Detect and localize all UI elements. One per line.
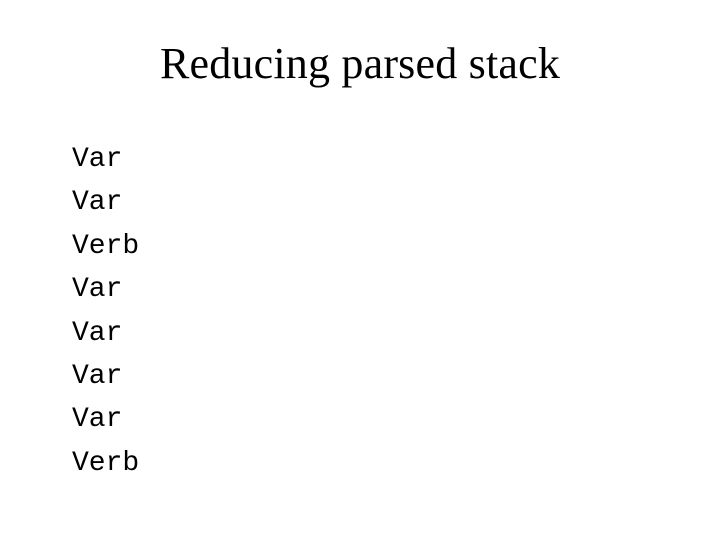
stack-item: Var [72, 355, 139, 398]
parsed-stack-list: Var Var Verb Var Var Var Var Verb [72, 138, 139, 485]
stack-item: Verb [72, 442, 139, 485]
stack-item: Var [72, 138, 139, 181]
slide: Reducing parsed stack Var Var Verb Var V… [0, 0, 720, 540]
stack-item: Var [72, 181, 139, 224]
stack-item: Verb [72, 225, 139, 268]
stack-item: Var [72, 398, 139, 441]
stack-item: Var [72, 268, 139, 311]
slide-title: Reducing parsed stack [0, 38, 720, 89]
stack-item: Var [72, 312, 139, 355]
